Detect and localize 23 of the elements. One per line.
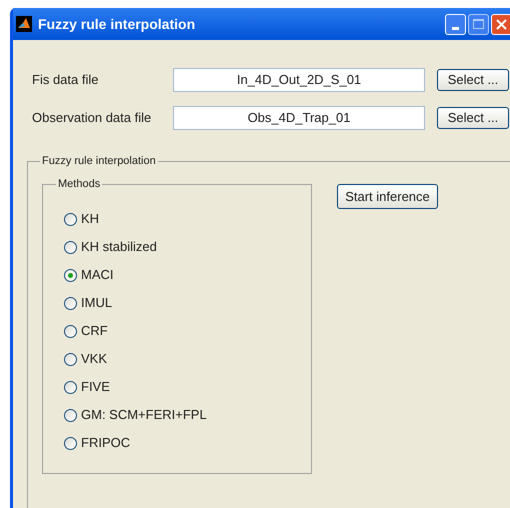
maximize-button[interactable] <box>468 14 489 34</box>
method-radio[interactable]: MACI <box>64 261 114 289</box>
file-label: Fis data file <box>32 71 100 90</box>
method-radio[interactable]: KH stabilized <box>64 233 157 261</box>
file-field[interactable]: Obs_4D_Trap_01 <box>173 106 425 130</box>
app-logo-icon <box>16 16 32 32</box>
window-title: Fuzzy rule interpolation <box>38 14 196 34</box>
method-radio[interactable]: FRIPOC <box>64 429 130 457</box>
method-radio[interactable]: GM: SCM+FERI+FPL <box>64 401 207 429</box>
close-button[interactable] <box>491 14 510 34</box>
method-radio[interactable]: CRF <box>64 317 108 345</box>
file-label: Observation data file <box>32 109 152 128</box>
method-radio[interactable]: VKK <box>64 345 108 373</box>
method-radio[interactable]: KH <box>64 205 100 233</box>
group-title: Fuzzy rule interpolation <box>40 154 158 168</box>
method-radio[interactable]: IMUL <box>64 289 112 317</box>
method-radio[interactable]: FIVE <box>64 373 110 401</box>
file-field[interactable]: In_4D_Out_2D_S_01 <box>173 68 425 92</box>
start-inference-button[interactable]: Start inference <box>337 184 438 209</box>
select-button[interactable]: Select ... <box>437 107 509 129</box>
minimize-button[interactable] <box>445 14 466 34</box>
select-button[interactable]: Select ... <box>437 69 509 91</box>
close-icon <box>496 18 507 30</box>
